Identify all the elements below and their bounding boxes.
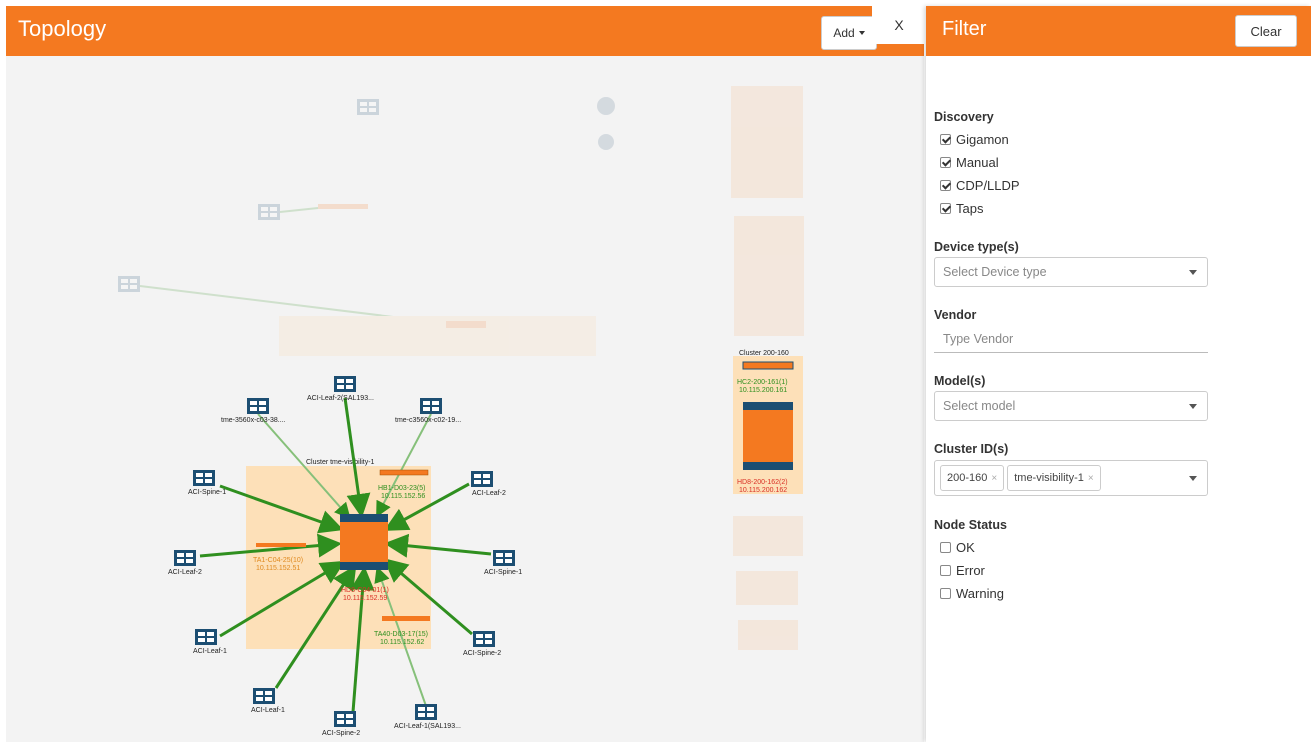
filter-title: Filter <box>942 18 987 40</box>
topology-graph: Cluster 200-160 HC2-200-161(1) 10.115.20… <box>118 86 804 737</box>
close-button[interactable]: X <box>872 6 926 44</box>
option-label: Error <box>956 563 985 578</box>
filter-header: Filter Clear <box>926 6 1311 56</box>
hb-label: HB1-D03-23(5) <box>378 485 425 492</box>
hd8-side-label: HD8-200-162(2) <box>737 479 788 486</box>
switch-label: ACI-Leaf-1(SAL193... <box>394 723 461 730</box>
remove-tag-icon[interactable]: × <box>991 473 997 484</box>
hd8-chassis <box>340 514 388 570</box>
add-button-label: Add <box>833 26 855 40</box>
close-label: X <box>894 17 904 33</box>
model-title: Model(s) <box>934 374 986 388</box>
model-placeholder: Select model <box>943 399 1016 413</box>
topology-header: Topology Add <box>6 6 924 56</box>
ta40-label: TA40-D03-17(15) <box>374 631 428 638</box>
switch-label: ACI-Leaf-2(SAL193... <box>307 395 374 402</box>
cluster-main-label: Cluster tme-visibility-1 <box>306 459 375 466</box>
switch-label: ACI-Leaf-1 <box>193 648 227 655</box>
discovery-option-cdp-lldp[interactable]: CDP/LLDP <box>940 178 1020 193</box>
checkbox[interactable] <box>940 157 951 168</box>
ta1-label: TA1-C04-25(10) <box>253 557 303 564</box>
filter-panel: Filter Clear Discovery Gigamon Manual CD… <box>926 6 1311 742</box>
hc-label: HC2-200-161(1) <box>737 379 788 386</box>
filtered-out-nodes <box>118 86 804 650</box>
checkbox[interactable] <box>940 565 951 576</box>
node-status-title: Node Status <box>934 518 1007 532</box>
cluster-select[interactable]: 200-160 × tme-visibility-1 × <box>934 460 1208 496</box>
hd8-side-ip: 10.115.200.162 <box>739 487 787 494</box>
device-type-placeholder: Select Device type <box>943 265 1047 279</box>
checkbox[interactable] <box>940 542 951 553</box>
checkbox[interactable] <box>940 134 951 145</box>
cluster-title: Cluster ID(s) <box>934 442 1009 456</box>
cluster-200-160: Cluster 200-160 HC2-200-161(1) 10.115.20… <box>733 350 803 494</box>
remove-tag-icon[interactable]: × <box>1088 473 1094 484</box>
ta40-ip: 10.115.152.62 <box>380 639 424 646</box>
cluster-tag[interactable]: 200-160 × <box>940 465 1005 491</box>
switch-label: ACI-Spine-1 <box>484 569 522 576</box>
status-option-warning[interactable]: Warning <box>940 586 1004 601</box>
switch-label: ACI-Leaf-2 <box>168 569 202 576</box>
discovery-option-taps[interactable]: Taps <box>940 201 983 216</box>
caret-down-icon <box>858 31 865 35</box>
chevron-down-icon <box>1189 270 1197 275</box>
status-option-error[interactable]: Error <box>940 563 985 578</box>
switch-label: ACI-Spine-1 <box>188 489 226 496</box>
topology-canvas[interactable]: Cluster 200-160 HC2-200-161(1) 10.115.20… <box>6 56 924 742</box>
device-type-select[interactable]: Select Device type <box>934 257 1208 287</box>
chevron-down-icon <box>1189 476 1197 481</box>
checkbox[interactable] <box>940 588 951 599</box>
hd8-label: HD8-C04-01(1) <box>341 587 389 594</box>
switch-label: ACI-Leaf-2 <box>472 490 506 497</box>
option-label: Manual <box>956 155 999 170</box>
hc-ip: 10.115.200.161 <box>739 387 787 394</box>
vendor-placeholder: Type Vendor <box>943 331 1014 346</box>
add-button[interactable]: Add <box>821 16 877 50</box>
device-type-title: Device type(s) <box>934 240 1019 254</box>
vendor-title: Vendor <box>934 308 977 322</box>
switch-label: ACI-Leaf-1 <box>251 707 285 714</box>
hb-ip: 10.115.152.56 <box>381 493 425 500</box>
clear-button[interactable]: Clear <box>1235 15 1297 47</box>
switch-label: ACI-Spine-2 <box>322 730 360 737</box>
switch-label: ACI-Spine-2 <box>463 650 501 657</box>
discovery-option-manual[interactable]: Manual <box>940 155 999 170</box>
discovery-title: Discovery <box>934 110 994 124</box>
option-label: Taps <box>956 201 984 216</box>
option-label: OK <box>956 540 975 555</box>
option-label: Gigamon <box>956 132 1009 147</box>
discovery-option-gigamon[interactable]: Gigamon <box>940 132 1009 147</box>
switch-label: tme-3560x-c03-38.... <box>221 417 286 424</box>
chevron-down-icon <box>1189 404 1197 409</box>
ta1-ip: 10.115.152.51 <box>256 565 300 572</box>
cluster-side-label: Cluster 200-160 <box>739 350 789 357</box>
checkbox[interactable] <box>940 203 951 214</box>
status-option-ok[interactable]: OK <box>940 540 975 555</box>
tag-label: 200-160 <box>947 472 988 484</box>
vendor-input[interactable]: Type Vendor <box>934 325 1208 353</box>
model-select[interactable]: Select model <box>934 391 1208 421</box>
option-label: Warning <box>956 586 1004 601</box>
hd8-ip: 10.115.152.59 <box>343 595 387 602</box>
checkbox[interactable] <box>940 180 951 191</box>
page-title: Topology <box>18 16 107 41</box>
option-label: CDP/LLDP <box>956 178 1020 193</box>
tag-label: tme-visibility-1 <box>1014 472 1084 484</box>
switch-label: tme-c3560x-c02-19... <box>395 417 461 424</box>
cluster-tag[interactable]: tme-visibility-1 × <box>1007 465 1101 491</box>
